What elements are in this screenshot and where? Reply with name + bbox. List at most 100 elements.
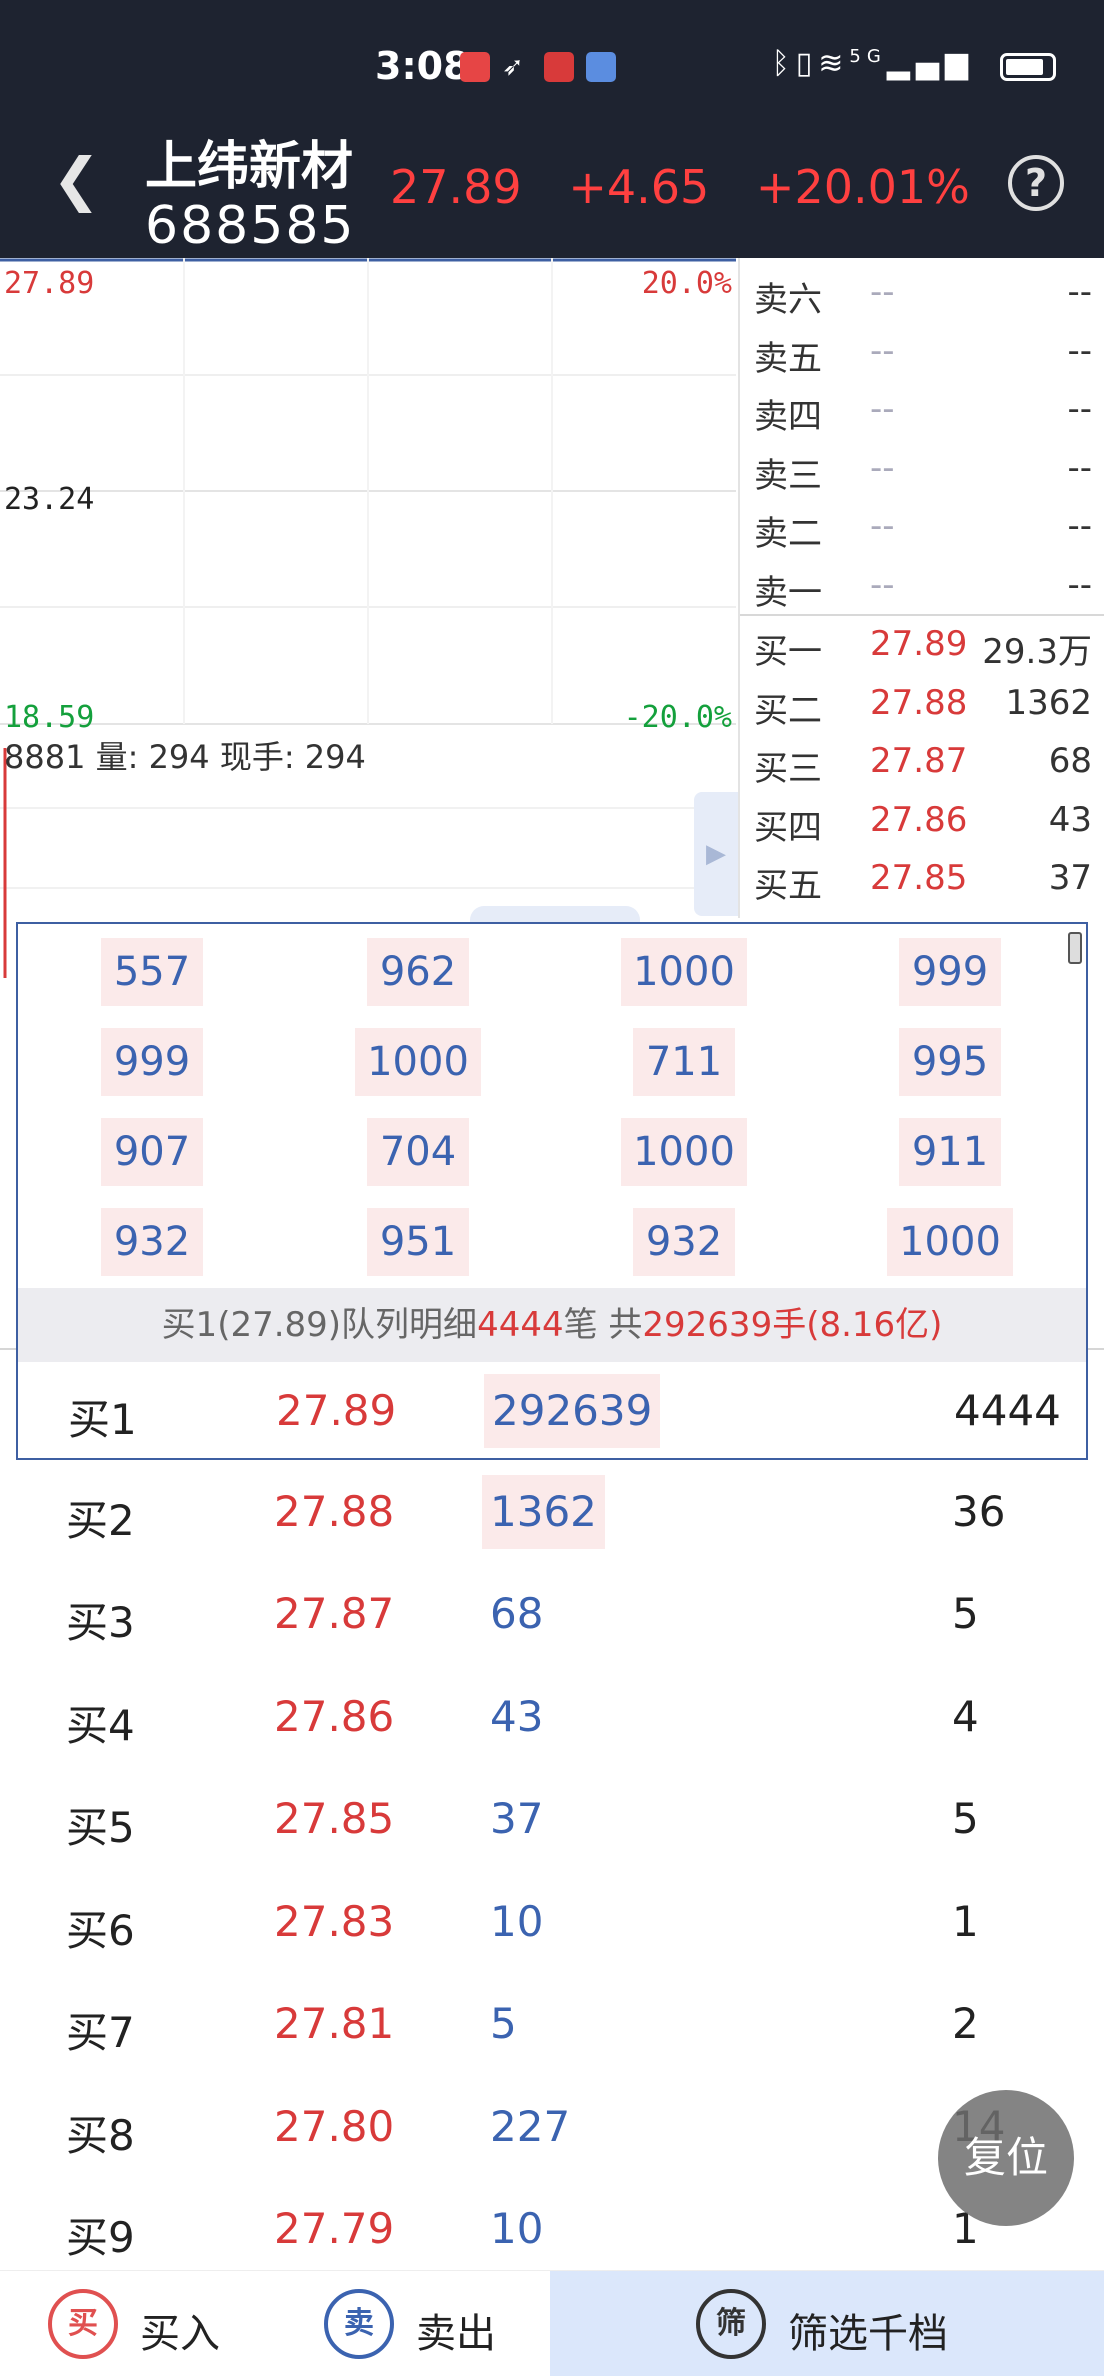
sell-level-price: -- [870, 330, 895, 371]
queue-summary-count: 4444 [477, 1305, 564, 1345]
price-row: 27.89 +4.65 +20.01% [390, 160, 1002, 214]
vibrate-icon: ▯ [795, 46, 819, 81]
buy-level-volume: 29.3万 [982, 632, 1092, 672]
sell-level-volume: -- [1067, 564, 1092, 605]
huawei-app-icon [460, 52, 490, 82]
depth-level-label: 买2 [66, 1495, 135, 1545]
buy-level-row[interactable]: 买五 27.85 37 [740, 850, 1104, 908]
depth-level-count: 5 [952, 1794, 979, 1843]
help-icon[interactable]: ? [1008, 155, 1064, 211]
order-book: 卖六 -- -- 卖五 -- -- 卖四 -- -- 卖三 -- -- 卖二 -- -- 卖一 -- -- 买一 2… [738, 258, 1104, 918]
depth-level-price: 27.83 [274, 1896, 395, 1946]
depth-row[interactable]: 买9 27.79 10 1 [0, 2178, 1104, 2280]
queue-order-cell: 932 [101, 1208, 203, 1276]
depth-level-count: 4444 [954, 1386, 1061, 1435]
sell-level-price: -- [870, 506, 895, 546]
sell-level-row[interactable]: 卖一 -- -- [740, 557, 1104, 615]
intraday-chart[interactable]: 27.89 20.0% 23.24 18.59 -20.0% 8881 量: 2… [0, 258, 738, 978]
depth-row[interactable]: 买7 27.81 5 2 [0, 1973, 1104, 2075]
buy-level-label: 买四 [754, 807, 822, 848]
depth-level-count: 5 [952, 1589, 979, 1638]
depth-level-label: 买6 [66, 1905, 135, 1955]
queue-order-cell: 1000 [887, 1208, 1013, 1276]
sell-level-row[interactable]: 卖六 -- -- [740, 264, 1104, 322]
depth-row[interactable]: 买6 27.83 10 1 [0, 1871, 1104, 1973]
queue-order-cell: 704 [367, 1118, 469, 1186]
current-price: 27.89 [390, 160, 522, 214]
queue-order-cell: 999 [101, 1028, 203, 1096]
battery-icon [1000, 53, 1056, 81]
buy-level-price: 27.87 [870, 741, 968, 781]
status-signal-icons: ᛒ▯≋5G▂▄▆ [772, 46, 974, 81]
status-time: 3:08 [375, 44, 470, 88]
depth-level-count: 4 [952, 1691, 979, 1741]
sell-level-row[interactable]: 卖二 -- -- [740, 498, 1104, 556]
depth-level-volume: 10 [490, 1896, 544, 1946]
depth-level-label: 买8 [66, 2110, 135, 2160]
chart-top-price: 27.89 [4, 266, 95, 301]
stock-code: 688585 [145, 196, 356, 256]
depth-row[interactable]: 买3 27.87 68 5 [0, 1563, 1104, 1665]
price-change-pct: +20.01% [755, 160, 970, 214]
depth-row[interactable]: 买5 27.85 37 5 [0, 1768, 1104, 1870]
buy-level-row[interactable]: 买二 27.88 1362 [740, 675, 1104, 733]
queue-scrollbar[interactable] [1068, 932, 1082, 964]
feather-app-icon: ➶ [502, 52, 524, 82]
depth-level-price: 27.81 [274, 1999, 395, 2048]
queue-order-cell: 711 [633, 1028, 735, 1096]
queue-order-cell: 1000 [621, 938, 747, 1006]
sell-label: 卖出 [416, 2311, 496, 2357]
back-icon[interactable]: ❮ [52, 150, 101, 208]
buy-level-volume: 1362 [1005, 682, 1092, 723]
depth-level-price: 27.88 [274, 1486, 395, 1536]
network-label: 5G [849, 46, 887, 67]
price-change: +4.65 [568, 160, 710, 214]
chart-bottom-price: 18.59 [4, 700, 95, 735]
depth-row[interactable]: 买2 27.88 1362 36 [0, 1461, 1104, 1563]
expand-panel-icon[interactable]: ▶ [694, 792, 738, 916]
buy-level-price: 27.86 [870, 799, 968, 840]
sell-level-price: -- [870, 272, 895, 312]
filter-depth-button[interactable]: 筛 筛选千档 [550, 2271, 1104, 2376]
buy-level-volume: 43 [1048, 799, 1092, 840]
battery-fill [1006, 59, 1043, 75]
depth-level-label: 买1 [68, 1395, 137, 1444]
reset-button[interactable]: 复位 [938, 2090, 1074, 2226]
stock-name: 上纬新材 [145, 137, 354, 197]
sell-level-price: -- [870, 447, 895, 488]
buy-level-price: 27.85 [870, 858, 968, 898]
icbc-app-icon [544, 52, 574, 82]
queue-order-cell: 951 [367, 1208, 469, 1276]
volume-readout: 8881 量: 294 现手: 294 [4, 738, 366, 776]
depth-level-price: 27.86 [274, 1691, 395, 1741]
sell-level-label: 卖三 [754, 455, 822, 496]
buy-level-label: 买三 [754, 749, 822, 789]
depth-level-label: 买4 [66, 1700, 135, 1750]
filter-label: 筛选千档 [788, 2311, 948, 2357]
buy-level-row[interactable]: 买四 27.86 43 [740, 792, 1104, 850]
buy-level-row[interactable]: 买一 27.89 29.3万 [740, 616, 1104, 674]
sell-level-row[interactable]: 卖四 -- -- [740, 381, 1104, 439]
queue-summary-unit: 笔 共 [563, 1305, 643, 1345]
depth-level-label: 买5 [66, 1803, 135, 1852]
buy-level-row[interactable]: 买三 27.87 68 [740, 733, 1104, 791]
sell-level-row[interactable]: 卖五 -- -- [740, 323, 1104, 381]
depth-row-selected[interactable]: 买1 27.89 292639 4444 [16, 1358, 1088, 1460]
sell-level-label: 卖四 [754, 397, 822, 437]
buy-level-price: 27.88 [870, 682, 968, 723]
filter-icon: 筛 [696, 2289, 766, 2359]
chart-bottom-pct: -20.0% [623, 700, 732, 735]
queue-summary-total: 292639手(8.16亿) [642, 1305, 943, 1345]
sell-level-row[interactable]: 卖三 -- -- [740, 440, 1104, 498]
wifi-icon: ≋ [818, 46, 850, 81]
buy-level-label: 买二 [754, 690, 822, 731]
queue-detail-popup[interactable]: 557 962 1000 999 999 1000 711 995 907 704 1000 911 9… [16, 922, 1088, 1362]
depth-row[interactable]: 买4 27.86 43 4 [0, 1666, 1104, 1768]
depth-level-price: 27.79 [274, 2204, 395, 2253]
app-header: 3:08 ➶ ᛒ▯≋5G▂▄▆ ❮ 上纬新材 688585 27.89 +4.6… [0, 0, 1104, 258]
buy-level-volume: 37 [1048, 858, 1092, 898]
queue-order-cell: 911 [899, 1118, 1001, 1186]
depth-level-volume: 5 [490, 1999, 517, 2048]
buy-label: 买入 [140, 2311, 220, 2357]
queue-order-cell: 1000 [621, 1118, 747, 1186]
